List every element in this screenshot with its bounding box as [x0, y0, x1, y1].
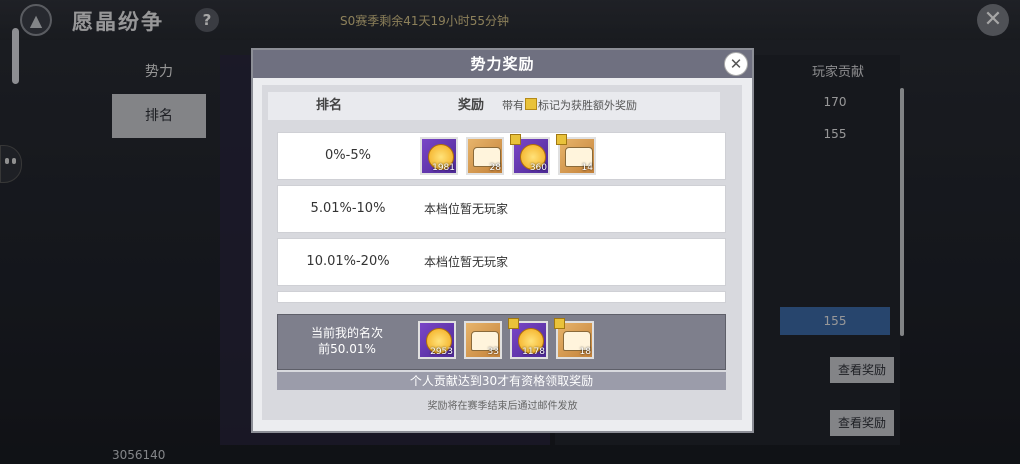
bonus-note: 带有 标记为获胜额外奖励	[502, 92, 637, 120]
item-count: 1178	[522, 347, 545, 357]
bonus-note-after: 标记为获胜额外奖励	[538, 99, 637, 112]
reward-item[interactable]: 14	[556, 134, 596, 175]
tier-range: 0%-5%	[325, 148, 371, 163]
reward-item[interactable]: 33	[464, 321, 502, 359]
item-count: 18	[579, 347, 591, 357]
bonus-note-before: 带有	[502, 99, 524, 112]
tier-range: 5.01%-10%	[310, 201, 386, 216]
bonus-marker-icon	[508, 318, 519, 329]
tier-range: 10.01%-20%	[306, 254, 390, 269]
my-rank-label: 当前我的名次 前50.01%	[278, 325, 416, 357]
my-rank-panel: 当前我的名次 前50.01% 2953 33 1178 18	[277, 314, 726, 370]
item-count: 360	[529, 163, 547, 173]
my-reward-items: 2953 33 1178 18	[418, 318, 594, 359]
dialog-footer-note: 奖励将在赛季结束后通过邮件发放	[427, 401, 578, 412]
reward-item[interactable]: 18	[554, 318, 594, 359]
item-count: 14	[581, 163, 593, 173]
item-count: 2953	[430, 347, 453, 357]
item-count: 1981	[432, 163, 455, 173]
tier-row: 5.01%-10% 本档位暂无玩家	[277, 185, 726, 233]
reward-item[interactable]: 360	[510, 134, 550, 175]
bonus-marker-icon	[525, 98, 537, 110]
my-rank-line1: 当前我的名次	[310, 326, 383, 340]
tier-row: 10.01%-20% 本档位暂无玩家	[277, 238, 726, 286]
table-header: 排名 奖励 带有 标记为获胜额外奖励	[268, 92, 720, 120]
item-count: 28	[489, 163, 501, 173]
bonus-marker-icon	[510, 134, 521, 145]
eligibility-requirement: 个人贡献达到30才有资格领取奖励	[277, 372, 726, 390]
bonus-marker-icon	[556, 134, 567, 145]
reward-item[interactable]: 28	[466, 137, 504, 175]
item-count: 33	[487, 347, 499, 357]
faction-reward-dialog: 势力奖励 ✕ 排名 奖励 带有 标记为获胜额外奖励 0%-5% 1981 28 3…	[251, 48, 754, 433]
reward-column-header: 奖励	[458, 98, 485, 113]
rank-column-header: 排名	[316, 98, 343, 113]
my-rank-line2: 前50.01%	[318, 342, 376, 356]
dialog-title: 势力奖励	[470, 55, 535, 73]
reward-item[interactable]: 2953	[418, 321, 456, 359]
reward-item[interactable]: 1981	[420, 137, 458, 175]
dialog-close-button[interactable]: ✕	[724, 52, 748, 76]
tier-row: 0%-5% 1981 28 360 14	[277, 132, 726, 180]
tier-row-partial	[277, 291, 726, 303]
reward-item[interactable]: 1178	[508, 318, 548, 359]
tier-empty-text: 本档位暂无玩家	[424, 255, 509, 269]
reward-items: 1981 28 360 14	[420, 134, 596, 175]
tier-empty-text: 本档位暂无玩家	[424, 202, 509, 216]
bonus-marker-icon	[554, 318, 565, 329]
